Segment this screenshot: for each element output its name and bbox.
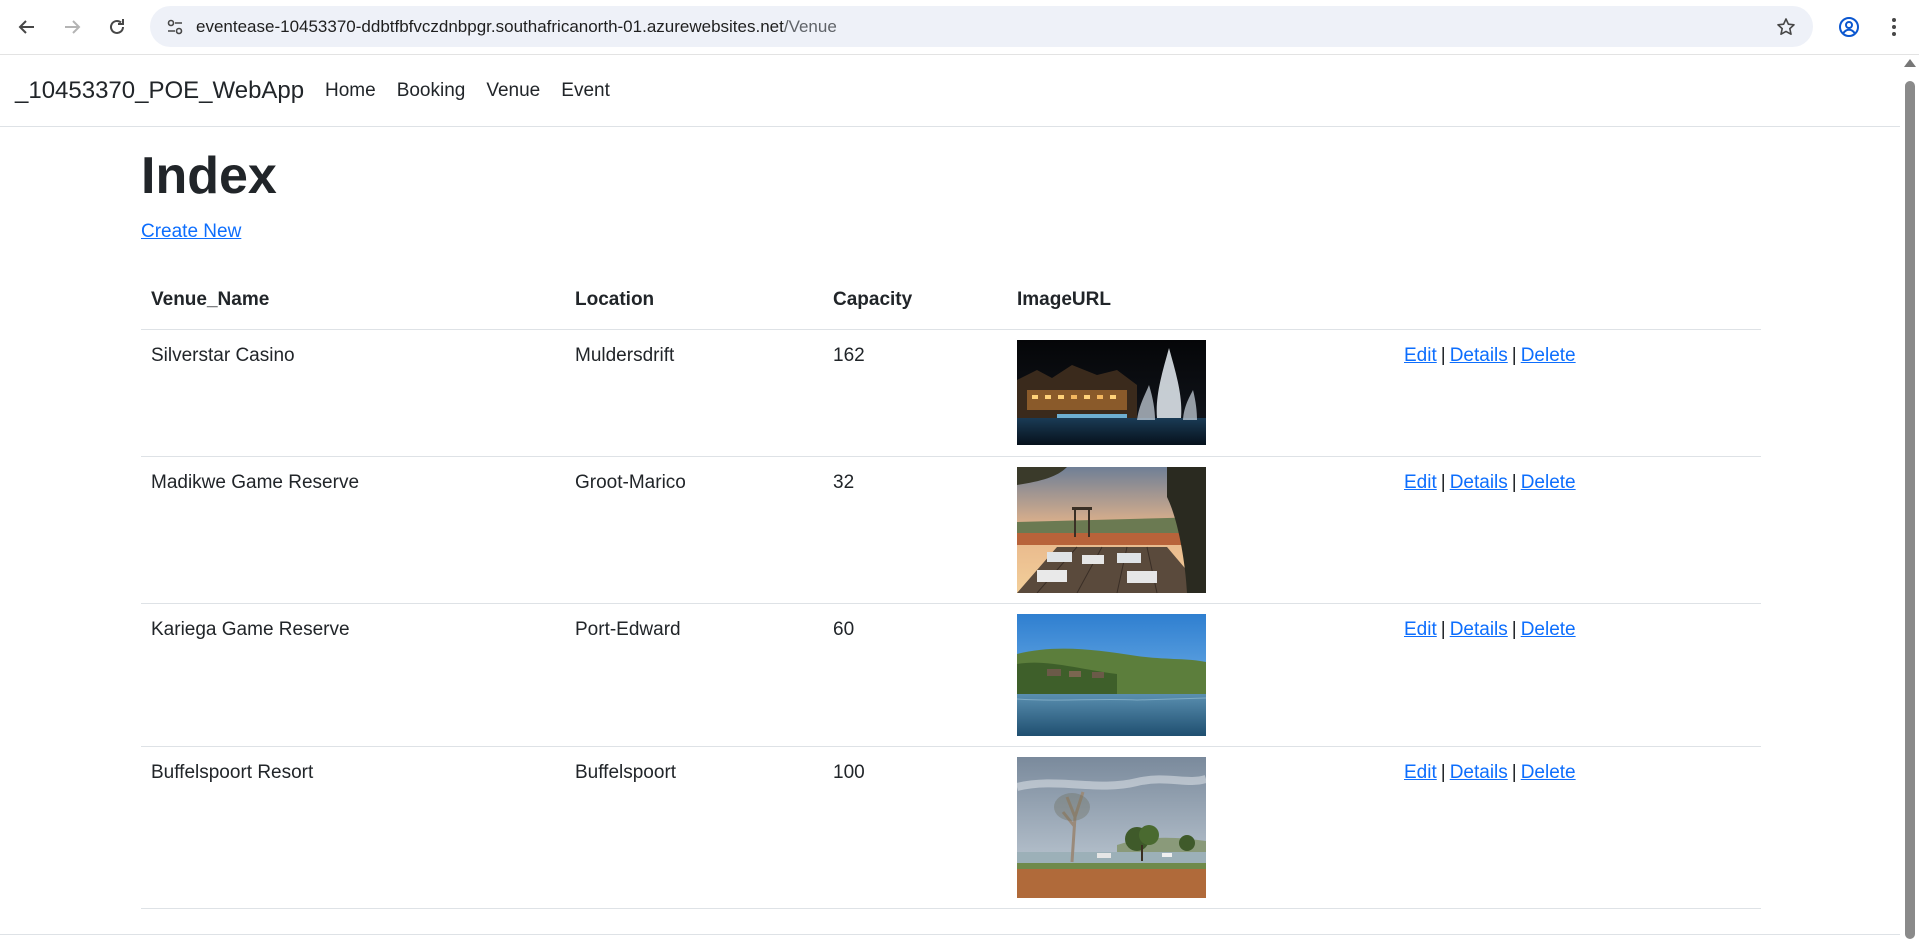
table-row: Buffelspoort Resort Buffelspoort 100 Edi…: [141, 746, 1761, 909]
browser-toolbar: eventease-10453370-ddbtfbfvczdnbpgr.sout…: [0, 0, 1919, 55]
url-path: /Venue: [783, 17, 837, 36]
venue-image-madikwe: [1017, 467, 1206, 593]
venue-name-cell: Madikwe Game Reserve: [141, 456, 565, 604]
action-separator: |: [1511, 619, 1517, 640]
table-row: Kariega Game Reserve Port-Edward 60 Edit…: [141, 603, 1761, 747]
forward-button[interactable]: [57, 12, 87, 42]
row-actions: Edit | Details | Delete: [1394, 456, 1761, 604]
browser-menu-button[interactable]: [1879, 12, 1909, 42]
edit-link[interactable]: Edit: [1404, 345, 1437, 366]
site-settings-icon: [167, 19, 183, 35]
details-link[interactable]: Details: [1450, 345, 1508, 366]
app-navbar: _10453370_POE_WebApp Home Booking Venue …: [0, 55, 1900, 127]
location-cell: Groot-Marico: [565, 456, 823, 604]
venue-name-cell: Silverstar Casino: [141, 329, 565, 457]
more-vertical-icon: [1892, 18, 1896, 36]
reload-icon: [110, 19, 124, 34]
details-link[interactable]: Details: [1450, 762, 1508, 783]
details-link[interactable]: Details: [1450, 472, 1508, 493]
back-button[interactable]: [12, 12, 42, 42]
venue-image-kariega: [1017, 614, 1206, 736]
header-capacity: Capacity: [823, 270, 1007, 330]
image-cell: [1007, 746, 1394, 909]
forward-arrow-icon: [65, 20, 81, 34]
nav-link-event[interactable]: Event: [561, 55, 610, 126]
venue-image-silverstar: [1017, 340, 1206, 445]
image-cell: [1007, 456, 1394, 604]
address-bar[interactable]: eventease-10453370-ddbtfbfvczdnbpgr.sout…: [150, 6, 1813, 47]
table-row: Madikwe Game Reserve Groot-Marico 32 Edi…: [141, 456, 1761, 604]
table-header-row: Venue_Name Location Capacity ImageURL: [141, 270, 1761, 330]
back-arrow-icon: [18, 20, 34, 34]
page-scrollbar[interactable]: [1901, 55, 1919, 942]
scrollbar-thumb[interactable]: [1905, 81, 1915, 939]
bookmark-button[interactable]: [1773, 14, 1799, 40]
edit-link[interactable]: Edit: [1404, 619, 1437, 640]
capacity-cell: 100: [823, 746, 1007, 909]
navbar-brand[interactable]: _10453370_POE_WebApp: [15, 55, 304, 126]
capacity-cell: 32: [823, 456, 1007, 604]
header-venue-name: Venue_Name: [141, 270, 565, 330]
url-host: eventease-10453370-ddbtfbfvczdnbpgr.sout…: [196, 17, 784, 36]
scroll-up-arrow-icon[interactable]: [1904, 59, 1916, 67]
venue-image-buffelspoort: [1017, 757, 1206, 898]
create-new-link[interactable]: Create New: [141, 221, 241, 243]
action-separator: |: [1511, 345, 1517, 366]
table-row: Silverstar Casino Muldersdrift 162 Edit …: [141, 329, 1761, 457]
location-cell: Buffelspoort: [565, 746, 823, 909]
image-cell: [1007, 603, 1394, 747]
header-location: Location: [565, 270, 823, 330]
reload-button[interactable]: [102, 12, 132, 42]
action-separator: |: [1511, 762, 1517, 783]
row-actions: Edit | Details | Delete: [1394, 329, 1761, 457]
nav-links: Home Booking Venue Event: [325, 55, 631, 126]
footer-divider: [0, 934, 1900, 935]
action-separator: |: [1440, 345, 1446, 366]
edit-link[interactable]: Edit: [1404, 762, 1437, 783]
url-text[interactable]: eventease-10453370-ddbtfbfvczdnbpgr.sout…: [196, 6, 837, 47]
row-actions: Edit | Details | Delete: [1394, 746, 1761, 909]
delete-link[interactable]: Delete: [1521, 762, 1576, 783]
delete-link[interactable]: Delete: [1521, 472, 1576, 493]
venue-table: Venue_Name Location Capacity ImageURL Si…: [141, 270, 1761, 909]
delete-link[interactable]: Delete: [1521, 345, 1576, 366]
capacity-cell: 60: [823, 603, 1007, 747]
edit-link[interactable]: Edit: [1404, 472, 1437, 493]
capacity-cell: 162: [823, 329, 1007, 457]
location-cell: Muldersdrift: [565, 329, 823, 457]
account-icon: [1839, 17, 1859, 37]
action-separator: |: [1511, 472, 1517, 493]
nav-link-booking[interactable]: Booking: [397, 55, 466, 126]
details-link[interactable]: Details: [1450, 619, 1508, 640]
image-cell: [1007, 329, 1394, 457]
page-title: Index: [141, 147, 277, 205]
profile-button[interactable]: [1834, 12, 1864, 42]
delete-link[interactable]: Delete: [1521, 619, 1576, 640]
row-actions: Edit | Details | Delete: [1394, 603, 1761, 747]
header-actions: [1394, 270, 1761, 330]
action-separator: |: [1440, 472, 1446, 493]
venue-name-cell: Buffelspoort Resort: [141, 746, 565, 909]
location-cell: Port-Edward: [565, 603, 823, 747]
star-icon: [1777, 18, 1795, 35]
nav-link-venue[interactable]: Venue: [486, 55, 540, 126]
nav-link-home[interactable]: Home: [325, 55, 376, 126]
site-info-button[interactable]: [162, 14, 188, 40]
action-separator: |: [1440, 619, 1446, 640]
venue-name-cell: Kariega Game Reserve: [141, 603, 565, 747]
header-image-url: ImageURL: [1007, 270, 1394, 330]
action-separator: |: [1440, 762, 1446, 783]
